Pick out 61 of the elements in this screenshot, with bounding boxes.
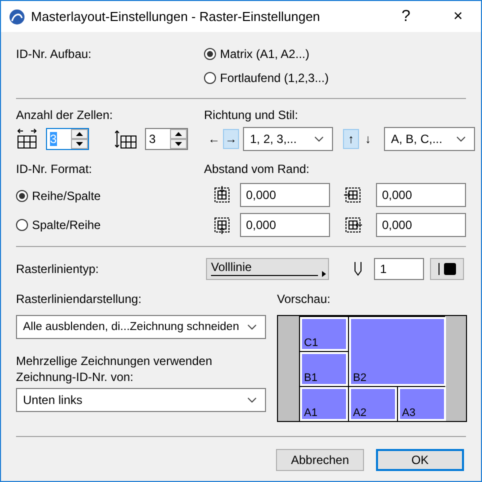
direction-toggle[interactable]: →	[223, 129, 239, 149]
window-title: Masterlayout-Einstellungen - Raster-Einstellungen	[31, 9, 322, 24]
chevron-icon	[456, 136, 466, 142]
preview-cell: A1	[300, 387, 348, 421]
margin-right-icon	[343, 215, 363, 235]
dropdown[interactable]: 1, 2, 3,...	[243, 127, 333, 151]
spin-up-icon[interactable]	[175, 132, 182, 136]
number-spinner[interactable]: 3	[145, 128, 188, 150]
preview-cell: B2	[349, 317, 446, 386]
preview-cell: C1	[300, 317, 348, 351]
color-button[interactable]	[430, 258, 464, 280]
field-label: Mehrzellige Zeichnungen verwenden Zeichnung-ID-Nr. von:	[16, 353, 214, 385]
field-label: Vorschau:	[277, 291, 332, 308]
field-label: ID-Nr. Aufbau:	[16, 46, 92, 63]
column-count-icon	[16, 128, 38, 150]
margin-left-icon	[343, 185, 363, 205]
field-label: Anzahl der Zellen:	[16, 107, 114, 124]
margin-bottom-icon	[212, 215, 232, 235]
field-label: Rasterliniendarstellung:	[16, 291, 142, 308]
margin-field[interactable]: 0,000	[376, 183, 466, 207]
pen-color-icon	[436, 262, 458, 276]
row-count-icon	[115, 128, 137, 150]
chevron-icon	[314, 136, 324, 142]
margin-field[interactable]: 0,000	[376, 213, 466, 237]
radio-button[interactable]	[204, 48, 216, 60]
field-label: Richtung und Stil:	[204, 107, 300, 124]
spin-up-icon[interactable]	[76, 132, 83, 136]
close-button[interactable]: ×	[435, 1, 481, 32]
pen-number-field[interactable]: 1	[374, 258, 424, 280]
preview-cell: B1	[300, 352, 348, 386]
help-button[interactable]: ?	[383, 1, 429, 32]
radio-label[interactable]: Matrix (A1, A2...)	[220, 47, 310, 61]
direction-toggle[interactable]: ↑	[343, 129, 359, 149]
radio-label[interactable]: Fortlaufend (1,2,3...)	[220, 71, 329, 85]
margin-field[interactable]: 0,000	[240, 213, 330, 237]
preview-cell: A2	[349, 387, 397, 421]
dropdown[interactable]: A, B, C,...	[384, 127, 475, 151]
field-label: Abstand vom Rand:	[204, 161, 310, 178]
chevron-icon	[247, 324, 257, 330]
direction-toggle[interactable]: ↓	[360, 129, 376, 149]
spin-down-icon[interactable]	[175, 142, 182, 146]
dialog-button[interactable]: Abbrechen	[276, 449, 364, 471]
margin-field[interactable]: 0,000	[240, 183, 330, 207]
radio-button[interactable]	[16, 190, 28, 202]
margin-top-icon	[212, 185, 232, 205]
chevron-icon	[247, 397, 257, 403]
pen-icon	[353, 261, 363, 277]
dropdown[interactable]: Unten links	[16, 388, 266, 412]
field-label: ID-Nr. Format:	[16, 161, 94, 178]
spin-down-icon[interactable]	[76, 142, 83, 146]
preview-cell: A3	[398, 387, 446, 421]
radio-button[interactable]	[16, 218, 28, 230]
radio-button[interactable]	[204, 72, 216, 84]
line-type-button[interactable]: Volllinie	[206, 258, 329, 280]
dropdown[interactable]: Alle ausblenden, di...Zeichnung schneiden	[16, 315, 266, 339]
radio-label[interactable]: Reihe/Spalte	[32, 188, 101, 202]
direction-toggle[interactable]: ←	[206, 129, 222, 149]
radio-label[interactable]: Spalte/Reihe	[32, 218, 101, 232]
field-label: Rasterlinientyp:	[16, 261, 100, 278]
dialog-button[interactable]: OK	[376, 449, 464, 471]
app-logo-icon	[9, 8, 25, 24]
